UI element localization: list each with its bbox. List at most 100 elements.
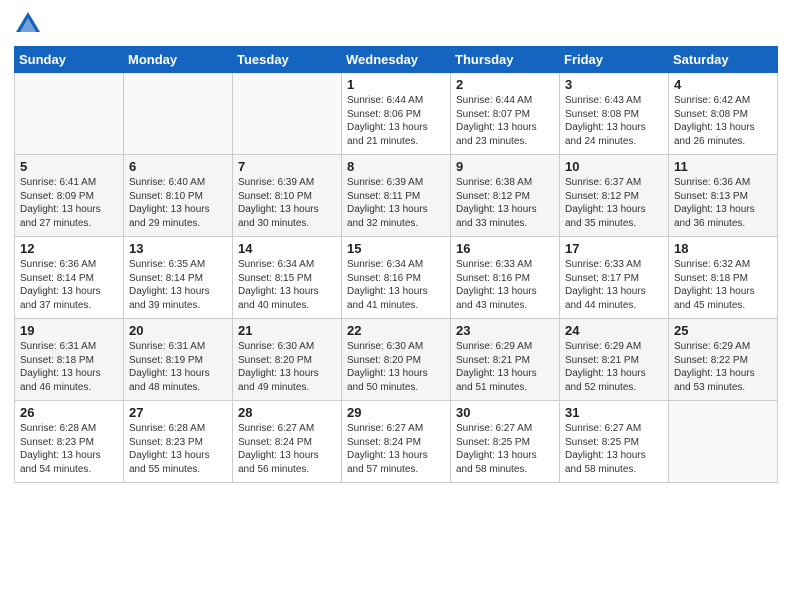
day-number: 25	[674, 323, 772, 338]
day-number: 26	[20, 405, 118, 420]
day-number: 29	[347, 405, 445, 420]
calendar-table: SundayMondayTuesdayWednesdayThursdayFrid…	[14, 46, 778, 483]
day-number: 19	[20, 323, 118, 338]
calendar-cell: 29Sunrise: 6:27 AM Sunset: 8:24 PM Dayli…	[342, 401, 451, 483]
calendar-cell: 9 Sunrise: 6:38 AM Sunset: 8:12 PM Daylig…	[451, 155, 560, 237]
day-info: Sunrise: 6:29 AM Sunset: 8:21 PM Dayligh…	[565, 340, 663, 394]
day-number: 24	[565, 323, 663, 338]
calendar-header-row: SundayMondayTuesdayWednesdayThursdayFrid…	[15, 47, 778, 73]
calendar-cell: 30 Sunrise: 6:27 AM Sunset: 8:25 PM Dayli…	[451, 401, 560, 483]
calendar-header-friday: Friday	[560, 47, 669, 73]
day-number: 12	[20, 241, 118, 256]
day-number: 10	[565, 159, 663, 174]
day-number: 30	[456, 405, 554, 420]
day-number: 22	[347, 323, 445, 338]
calendar-cell	[233, 73, 342, 155]
day-number: 8	[347, 159, 445, 174]
day-number: 2	[456, 77, 554, 92]
day-number: 7	[238, 159, 336, 174]
day-info: Sunrise: 6:43 AM Sunset: 8:08 PM Dayligh…	[565, 94, 663, 148]
day-info: Sunrise: 6:27 AM Sunset: 8:25 PM Dayligh…	[456, 422, 554, 476]
page: SundayMondayTuesdayWednesdayThursdayFrid…	[0, 0, 792, 612]
day-info: Sunrise: 6:36 AM Sunset: 8:13 PM Dayligh…	[674, 176, 772, 230]
calendar-week-row: 1Sunrise: 6:44 AM Sunset: 8:06 PM Daylig…	[15, 73, 778, 155]
day-number: 16	[456, 241, 554, 256]
day-number: 4	[674, 77, 772, 92]
calendar-week-row: 19 Sunrise: 6:31 AM Sunset: 8:18 PM Dayli…	[15, 319, 778, 401]
day-info: Sunrise: 6:39 AM Sunset: 8:10 PM Dayligh…	[238, 176, 336, 230]
calendar-header-monday: Monday	[124, 47, 233, 73]
day-number: 17	[565, 241, 663, 256]
calendar-header-tuesday: Tuesday	[233, 47, 342, 73]
day-info: Sunrise: 6:28 AM Sunset: 8:23 PM Dayligh…	[129, 422, 227, 476]
calendar-cell	[669, 401, 778, 483]
calendar-header-wednesday: Wednesday	[342, 47, 451, 73]
day-info: Sunrise: 6:38 AM Sunset: 8:12 PM Dayligh…	[456, 176, 554, 230]
header	[14, 10, 778, 38]
calendar-cell	[15, 73, 124, 155]
calendar-cell: 25 Sunrise: 6:29 AM Sunset: 8:22 PM Dayli…	[669, 319, 778, 401]
calendar-cell: 6Sunrise: 6:40 AM Sunset: 8:10 PM Daylig…	[124, 155, 233, 237]
calendar-cell: 15Sunrise: 6:34 AM Sunset: 8:16 PM Dayli…	[342, 237, 451, 319]
day-number: 9	[456, 159, 554, 174]
day-info: Sunrise: 6:36 AM Sunset: 8:14 PM Dayligh…	[20, 258, 118, 312]
day-number: 20	[129, 323, 227, 338]
calendar-header-sunday: Sunday	[15, 47, 124, 73]
day-info: Sunrise: 6:33 AM Sunset: 8:16 PM Dayligh…	[456, 258, 554, 312]
calendar-cell: 17 Sunrise: 6:33 AM Sunset: 8:17 PM Dayli…	[560, 237, 669, 319]
day-info: Sunrise: 6:28 AM Sunset: 8:23 PM Dayligh…	[20, 422, 118, 476]
calendar-header-saturday: Saturday	[669, 47, 778, 73]
day-info: Sunrise: 6:27 AM Sunset: 8:25 PM Dayligh…	[565, 422, 663, 476]
calendar-cell: 28Sunrise: 6:27 AM Sunset: 8:24 PM Dayli…	[233, 401, 342, 483]
day-info: Sunrise: 6:42 AM Sunset: 8:08 PM Dayligh…	[674, 94, 772, 148]
calendar-week-row: 5 Sunrise: 6:41 AM Sunset: 8:09 PM Daylig…	[15, 155, 778, 237]
calendar-cell: 31Sunrise: 6:27 AM Sunset: 8:25 PM Dayli…	[560, 401, 669, 483]
day-number: 28	[238, 405, 336, 420]
day-number: 27	[129, 405, 227, 420]
day-info: Sunrise: 6:39 AM Sunset: 8:11 PM Dayligh…	[347, 176, 445, 230]
day-info: Sunrise: 6:30 AM Sunset: 8:20 PM Dayligh…	[347, 340, 445, 394]
calendar-cell: 16 Sunrise: 6:33 AM Sunset: 8:16 PM Dayli…	[451, 237, 560, 319]
day-info: Sunrise: 6:32 AM Sunset: 8:18 PM Dayligh…	[674, 258, 772, 312]
calendar-cell: 27 Sunrise: 6:28 AM Sunset: 8:23 PM Dayli…	[124, 401, 233, 483]
calendar-cell: 14Sunrise: 6:34 AM Sunset: 8:15 PM Dayli…	[233, 237, 342, 319]
calendar-cell: 10 Sunrise: 6:37 AM Sunset: 8:12 PM Dayli…	[560, 155, 669, 237]
day-info: Sunrise: 6:30 AM Sunset: 8:20 PM Dayligh…	[238, 340, 336, 394]
calendar-cell: 3 Sunrise: 6:43 AM Sunset: 8:08 PM Daylig…	[560, 73, 669, 155]
logo-icon	[14, 10, 42, 38]
day-number: 11	[674, 159, 772, 174]
calendar-cell: 5 Sunrise: 6:41 AM Sunset: 8:09 PM Daylig…	[15, 155, 124, 237]
calendar-cell: 24 Sunrise: 6:29 AM Sunset: 8:21 PM Dayli…	[560, 319, 669, 401]
day-info: Sunrise: 6:40 AM Sunset: 8:10 PM Dayligh…	[129, 176, 227, 230]
calendar-header-thursday: Thursday	[451, 47, 560, 73]
day-info: Sunrise: 6:37 AM Sunset: 8:12 PM Dayligh…	[565, 176, 663, 230]
day-number: 3	[565, 77, 663, 92]
day-info: Sunrise: 6:29 AM Sunset: 8:21 PM Dayligh…	[456, 340, 554, 394]
day-number: 1	[347, 77, 445, 92]
calendar-cell: 22 Sunrise: 6:30 AM Sunset: 8:20 PM Dayli…	[342, 319, 451, 401]
calendar-cell: 18 Sunrise: 6:32 AM Sunset: 8:18 PM Dayli…	[669, 237, 778, 319]
calendar-cell: 4 Sunrise: 6:42 AM Sunset: 8:08 PM Daylig…	[669, 73, 778, 155]
calendar-cell: 7 Sunrise: 6:39 AM Sunset: 8:10 PM Daylig…	[233, 155, 342, 237]
day-number: 18	[674, 241, 772, 256]
day-info: Sunrise: 6:29 AM Sunset: 8:22 PM Dayligh…	[674, 340, 772, 394]
calendar-week-row: 12 Sunrise: 6:36 AM Sunset: 8:14 PM Dayli…	[15, 237, 778, 319]
day-info: Sunrise: 6:34 AM Sunset: 8:15 PM Dayligh…	[238, 258, 336, 312]
day-info: Sunrise: 6:35 AM Sunset: 8:14 PM Dayligh…	[129, 258, 227, 312]
day-info: Sunrise: 6:44 AM Sunset: 8:07 PM Dayligh…	[456, 94, 554, 148]
calendar-cell: 2 Sunrise: 6:44 AM Sunset: 8:07 PM Daylig…	[451, 73, 560, 155]
day-info: Sunrise: 6:31 AM Sunset: 8:19 PM Dayligh…	[129, 340, 227, 394]
day-number: 5	[20, 159, 118, 174]
day-info: Sunrise: 6:34 AM Sunset: 8:16 PM Dayligh…	[347, 258, 445, 312]
calendar-cell: 13 Sunrise: 6:35 AM Sunset: 8:14 PM Dayli…	[124, 237, 233, 319]
day-info: Sunrise: 6:41 AM Sunset: 8:09 PM Dayligh…	[20, 176, 118, 230]
calendar-cell: 11 Sunrise: 6:36 AM Sunset: 8:13 PM Dayli…	[669, 155, 778, 237]
calendar-cell: 21 Sunrise: 6:30 AM Sunset: 8:20 PM Dayli…	[233, 319, 342, 401]
day-info: Sunrise: 6:33 AM Sunset: 8:17 PM Dayligh…	[565, 258, 663, 312]
calendar-cell: 12 Sunrise: 6:36 AM Sunset: 8:14 PM Dayli…	[15, 237, 124, 319]
calendar-week-row: 26 Sunrise: 6:28 AM Sunset: 8:23 PM Dayli…	[15, 401, 778, 483]
day-number: 21	[238, 323, 336, 338]
day-number: 23	[456, 323, 554, 338]
day-info: Sunrise: 6:31 AM Sunset: 8:18 PM Dayligh…	[20, 340, 118, 394]
day-number: 13	[129, 241, 227, 256]
